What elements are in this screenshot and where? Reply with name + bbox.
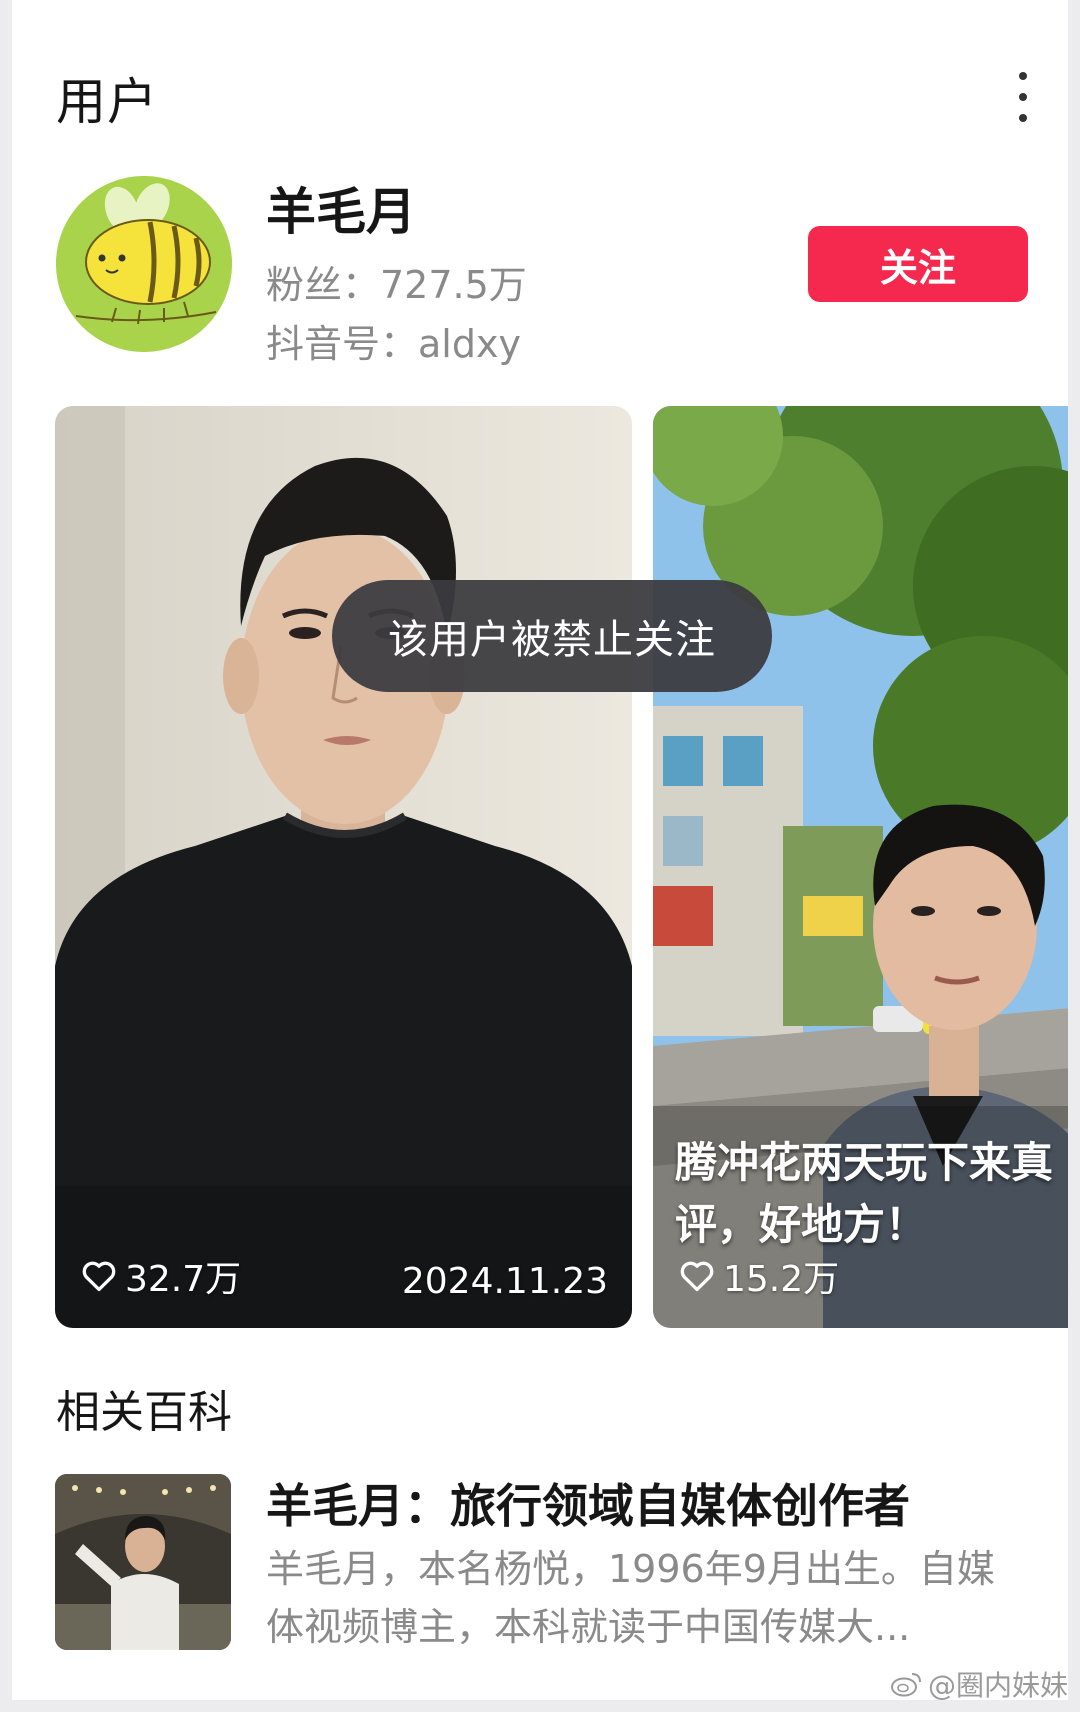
heart-icon: [680, 1261, 714, 1292]
video-likes: 32.7万: [81, 1250, 241, 1302]
video-card[interactable]: 腾冲花两天玩下来真评，好地方！ 15.2万 20: [653, 406, 1068, 1328]
user-avatar[interactable]: [56, 176, 232, 352]
like-count: 15.2万: [723, 1259, 840, 1300]
user-result-card: 用户 羊毛月 粉丝：727.5万 抖音号：aldxy 关注 32.7万 2024…: [12, 0, 1068, 1700]
user-name[interactable]: 羊毛月: [266, 172, 416, 244]
more-options-icon[interactable]: [1008, 72, 1038, 122]
follow-button[interactable]: 关注: [808, 226, 1028, 302]
heart-icon: [82, 1261, 116, 1292]
follow-blocked-toast: 该用户被禁止关注: [332, 580, 772, 692]
video-date: 20: [1067, 1261, 1068, 1302]
section-title: 用户: [56, 73, 158, 131]
wiki-photo: [55, 1474, 231, 1650]
video-likes: 15.2万: [679, 1250, 839, 1302]
wiki-headline[interactable]: 羊毛月：旅行领域自媒体创作者: [266, 1470, 910, 1536]
video-thumbnail: [55, 406, 632, 1328]
like-count: 32.7万: [125, 1259, 242, 1300]
bee-icon: [56, 176, 232, 352]
wiki-thumbnail[interactable]: [55, 1474, 231, 1650]
wiki-description: 羊毛月，本名杨悦，1996年9月出生。自媒体视频博主，本科就读于中国传媒大...: [266, 1547, 995, 1649]
video-caption: 腾冲花两天玩下来真 评，好地方！: [675, 1138, 1054, 1249]
watermark: @圈内妹妹: [890, 1664, 1068, 1704]
video-date: 2024.11.23: [401, 1261, 608, 1302]
video-card[interactable]: 32.7万 2024.11.23: [55, 406, 632, 1328]
weibo-icon: [890, 1673, 921, 1697]
douyin-id: 抖音号：aldxy: [266, 322, 521, 366]
fans-count: 粉丝：727.5万: [266, 263, 527, 307]
watermark-text: @圈内妹妹: [927, 1669, 1068, 1702]
related-wiki-title: 相关百科: [56, 1387, 232, 1438]
